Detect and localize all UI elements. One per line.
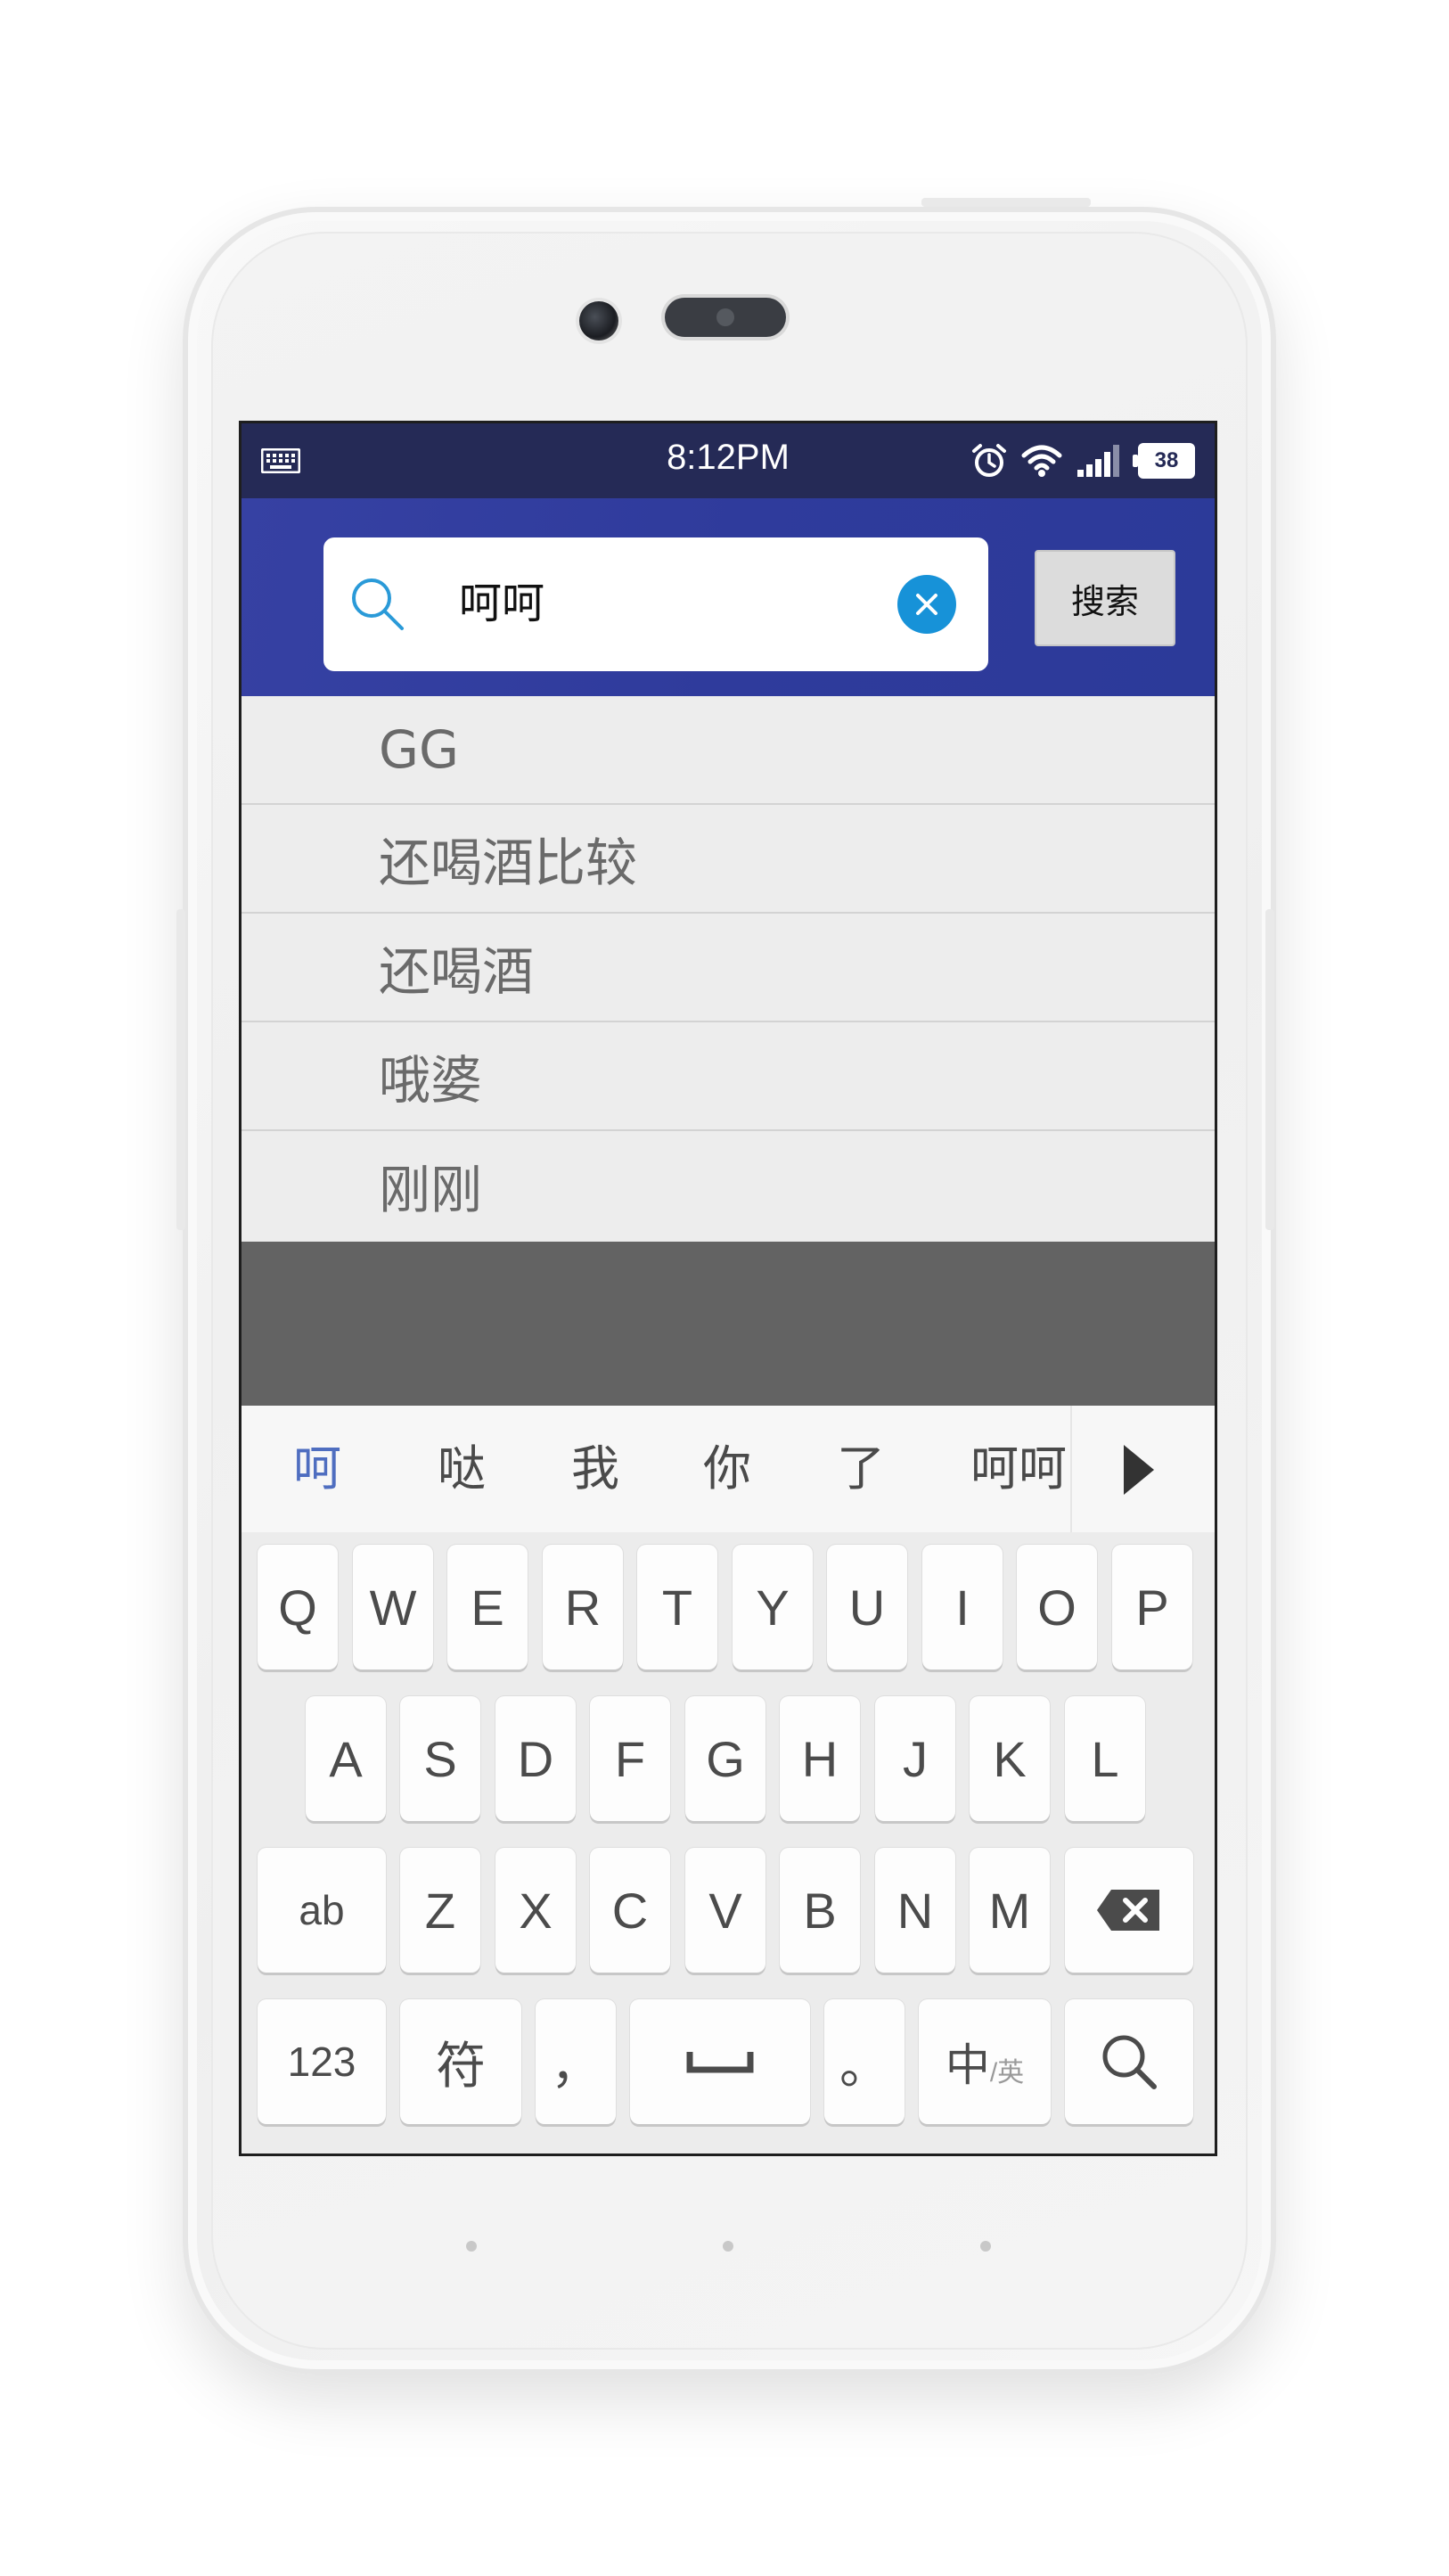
battery-level: 38 — [1154, 448, 1179, 472]
ime-candidate-bar: 呵 哒 我 你 了 呵呵 — [242, 1406, 1215, 1534]
key-e[interactable]: E — [447, 1545, 528, 1669]
alarm-icon — [972, 444, 1006, 477]
key-c[interactable]: C — [590, 1848, 670, 1973]
key-s[interactable]: S — [400, 1696, 480, 1821]
candidate-word[interactable]: 哒 — [438, 1438, 486, 1500]
key-i[interactable]: I — [922, 1545, 1003, 1669]
wifi-icon — [1021, 445, 1062, 477]
status-icons: 38 — [970, 441, 1195, 480]
backspace-key[interactable] — [1065, 1848, 1193, 1973]
key-period[interactable]: 。 — [824, 1999, 905, 2124]
candidate-word[interactable]: 你 — [703, 1438, 751, 1500]
key-j[interactable]: J — [875, 1696, 955, 1821]
expand-candidates-arrow-icon[interactable] — [1124, 1445, 1154, 1495]
key-n[interactable]: N — [875, 1848, 955, 1973]
power-button — [1265, 909, 1274, 1230]
key-123[interactable]: 123 — [258, 1999, 386, 2124]
candidate-word[interactable]: 了 — [837, 1438, 885, 1500]
key-z[interactable]: Z — [400, 1848, 480, 1973]
search-query-text: 呵呵 — [459, 578, 545, 628]
suggestion-item[interactable]: 还喝酒 — [242, 914, 1215, 1022]
front-camera — [579, 301, 618, 340]
language-main-label: 中 — [945, 2040, 990, 2090]
close-icon — [916, 594, 937, 615]
menu-hardware-dot[interactable] — [466, 2241, 477, 2252]
key-w[interactable]: W — [353, 1545, 433, 1669]
candidate-word[interactable]: 呵呵 — [970, 1438, 1067, 1500]
suggestion-item[interactable]: GG — [242, 696, 1215, 805]
signal-icon — [1077, 445, 1119, 477]
key-y[interactable]: Y — [733, 1545, 813, 1669]
battery-icon: 38 — [1133, 443, 1195, 479]
candidate-word[interactable]: 我 — [571, 1438, 619, 1500]
suggestion-list: GG 还喝酒比较 还喝酒 哦婆 刚刚 — [242, 696, 1215, 1240]
key-p[interactable]: P — [1112, 1545, 1192, 1669]
space-icon — [686, 2052, 754, 2073]
phone-screen: 8:12PM 38 呵呵 搜索 GG 还喝酒比较 还喝酒 哦婆 刚刚 呵 哒 我… — [239, 421, 1217, 2156]
key-g[interactable]: G — [685, 1696, 765, 1821]
key-b[interactable]: B — [780, 1848, 860, 1973]
key-symbols[interactable]: 符 — [400, 1999, 521, 2124]
language-toggle-key[interactable]: 中/英 — [919, 1999, 1051, 2124]
search-icon — [352, 578, 404, 630]
key-h[interactable]: H — [780, 1696, 860, 1821]
key-t[interactable]: T — [637, 1545, 717, 1669]
key-x[interactable]: X — [495, 1848, 576, 1973]
key-r[interactable]: R — [543, 1545, 623, 1669]
key-u[interactable]: U — [827, 1545, 907, 1669]
search-header: 呵呵 搜索 — [242, 498, 1215, 696]
status-bar: 8:12PM 38 — [242, 423, 1215, 498]
suggestion-item[interactable]: 哦婆 — [242, 1022, 1215, 1131]
dimmed-overlay[interactable] — [242, 1242, 1215, 1406]
key-q[interactable]: Q — [258, 1545, 338, 1669]
language-sub-label: /英 — [989, 2058, 1025, 2088]
key-comma[interactable]: ， — [536, 1999, 616, 2124]
key-f[interactable]: F — [590, 1696, 670, 1821]
search-input[interactable]: 呵呵 — [323, 537, 988, 671]
key-a[interactable]: A — [306, 1696, 386, 1821]
search-button[interactable]: 搜索 — [1035, 550, 1175, 646]
key-m[interactable]: M — [970, 1848, 1050, 1973]
candidate-word[interactable]: 呵 — [293, 1438, 341, 1500]
key-k[interactable]: K — [970, 1696, 1050, 1821]
volume-button — [176, 909, 185, 1230]
search-key[interactable] — [1065, 1999, 1193, 2124]
backspace-icon — [1097, 1890, 1159, 1931]
clear-search-button[interactable] — [897, 575, 956, 634]
suggestion-item[interactable]: 还喝酒比较 — [242, 805, 1215, 914]
back-hardware-dot[interactable] — [980, 2241, 991, 2252]
key-o[interactable]: O — [1017, 1545, 1097, 1669]
space-key[interactable] — [630, 1999, 810, 2124]
key-d[interactable]: D — [495, 1696, 576, 1821]
key-l[interactable]: L — [1065, 1696, 1145, 1821]
soft-keyboard: Q W E R T Y U I O P A S D F G H J K L ab… — [242, 1532, 1215, 2154]
search-icon — [1102, 2035, 1157, 2089]
earpiece-speaker — [665, 298, 786, 337]
suggestion-item[interactable]: 刚刚 — [242, 1131, 1215, 1240]
candidate-divider — [1070, 1406, 1072, 1532]
home-hardware-dot[interactable] — [723, 2241, 733, 2252]
key-v[interactable]: V — [685, 1848, 765, 1973]
top-edge-button — [921, 198, 1091, 207]
key-ab-toggle[interactable]: ab — [258, 1848, 386, 1973]
